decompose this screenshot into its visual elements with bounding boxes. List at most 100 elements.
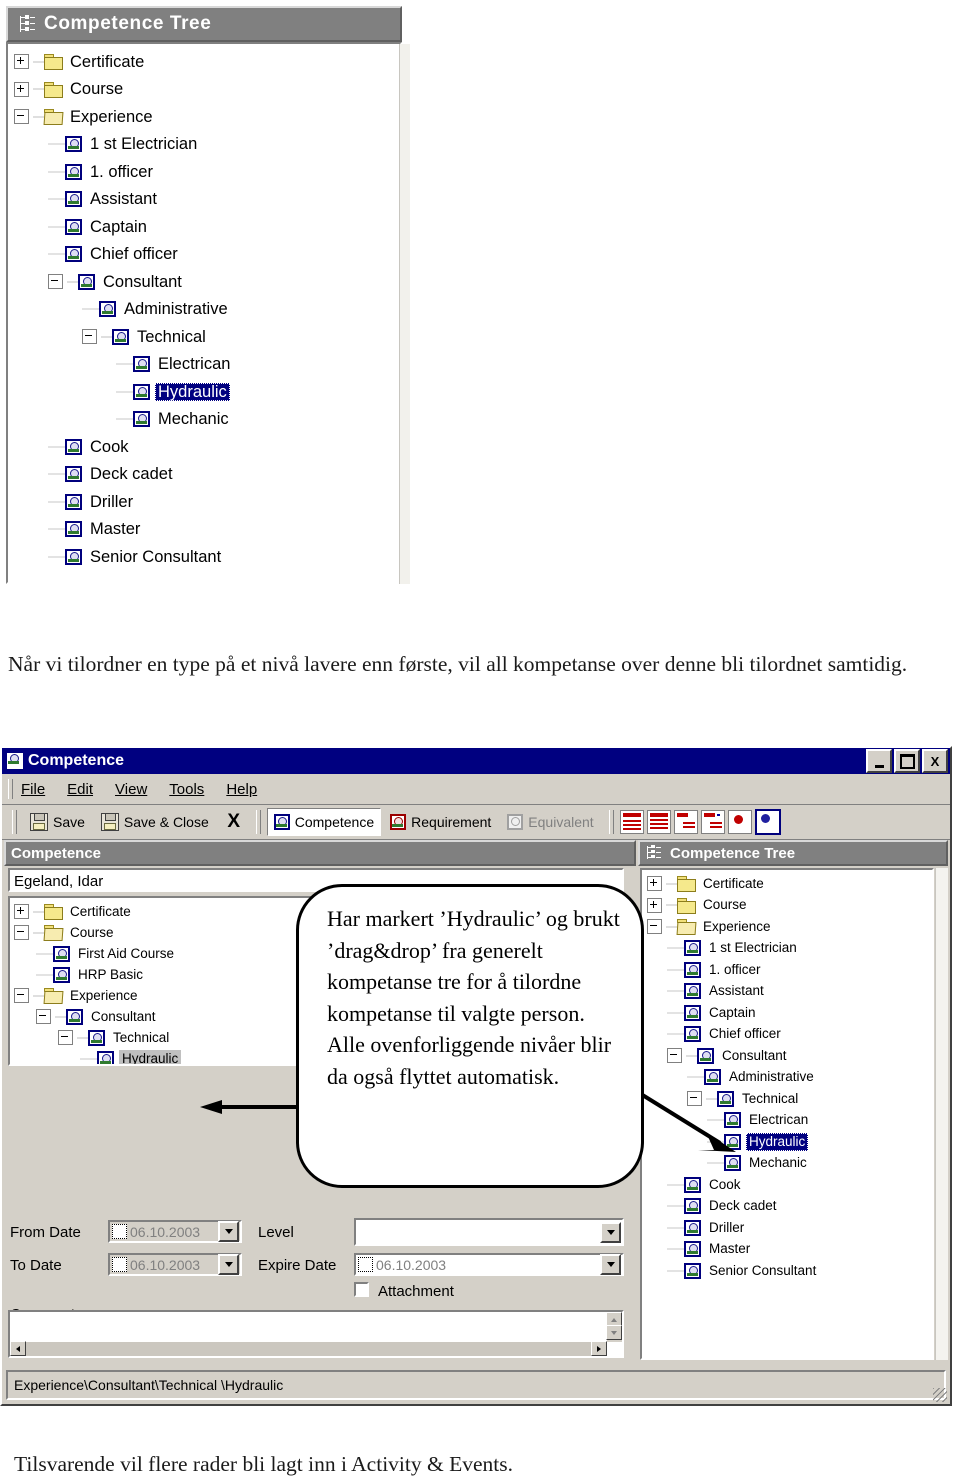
tree-node[interactable]: Electrican — [14, 351, 400, 379]
tree-node[interactable]: Administrative — [647, 1067, 932, 1089]
tree-node[interactable]: Master — [647, 1239, 932, 1261]
tree-node[interactable]: 1. officer — [647, 959, 932, 981]
tree-node[interactable]: Deck cadet — [14, 461, 400, 489]
delete-x-button[interactable]: X — [222, 810, 246, 834]
hierarchy-new-icon[interactable] — [700, 810, 725, 834]
close-button[interactable]: X — [922, 749, 948, 773]
menu-item-edit[interactable]: Edit — [67, 781, 93, 798]
collapse-icon[interactable] — [36, 1009, 51, 1024]
expand-icon[interactable] — [647, 897, 662, 913]
window-title-bar[interactable]: Competence X — [2, 748, 950, 774]
comments-horizontal-scrollbar[interactable] — [10, 1341, 607, 1356]
scroll-right-icon[interactable] — [591, 1341, 607, 1356]
save-button[interactable]: Save — [23, 808, 92, 836]
competence-red-icon[interactable] — [727, 810, 752, 834]
expand-icon[interactable] — [14, 904, 29, 919]
chevron-down-icon[interactable] — [218, 1221, 239, 1242]
tool-bar[interactable]: Save Save & Close X Competence Requireme… — [2, 805, 950, 840]
tree-node[interactable]: Chief officer — [14, 241, 400, 269]
calendar-checkbox-icon[interactable] — [358, 1257, 373, 1272]
competence-detail-form: From Date 06.10.2003 To Date 06.10.2003 … — [4, 1202, 636, 1362]
chevron-down-icon[interactable] — [218, 1254, 239, 1275]
tree-node[interactable]: Captain — [647, 1002, 932, 1024]
tree-viewport[interactable]: Certificate Course Experience 1 st Electric… — [6, 42, 402, 584]
collapse-icon[interactable] — [647, 919, 662, 935]
tree-scrollbar[interactable] — [399, 44, 410, 584]
tree-connector — [33, 931, 44, 934]
tree-node[interactable]: Hydraulic — [14, 378, 400, 406]
comments-textarea[interactable] — [8, 1310, 624, 1358]
tree-node[interactable]: 1. officer — [14, 158, 400, 186]
to-date-field[interactable]: 06.10.2003 — [108, 1253, 242, 1276]
tree-connector — [36, 973, 53, 976]
collapse-icon[interactable] — [667, 1048, 682, 1064]
menu-item-help[interactable]: Help — [226, 781, 257, 798]
tree-node[interactable]: Captain — [14, 213, 400, 241]
from-date-field[interactable]: 06.10.2003 — [108, 1220, 242, 1243]
tree-node[interactable]: Senior Consultant — [647, 1260, 932, 1282]
list-report-2-icon[interactable] — [646, 810, 671, 834]
tree-node[interactable]: Master — [14, 516, 400, 544]
menu-drag-handle[interactable] — [8, 779, 13, 799]
right-tree-scrollbar[interactable] — [935, 868, 948, 1360]
tree-node[interactable]: Chief officer — [647, 1024, 932, 1046]
calendar-checkbox-icon[interactable] — [112, 1224, 127, 1239]
tree-node[interactable]: Mechanic — [14, 406, 400, 434]
expand-icon[interactable] — [14, 81, 29, 97]
expand-icon[interactable] — [647, 876, 662, 892]
save-and-close-button[interactable]: Save & Close — [94, 808, 216, 836]
tree-node[interactable]: Certificate — [14, 48, 400, 76]
calendar-checkbox-icon[interactable] — [112, 1257, 127, 1272]
tree-node[interactable]: Assistant — [14, 186, 400, 214]
menu-bar[interactable]: File Edit View Tools Help — [2, 774, 950, 805]
maximize-button[interactable] — [894, 749, 920, 773]
tree-node[interactable]: Senior Consultant — [14, 543, 400, 571]
tree-node[interactable]: Consultant — [647, 1045, 932, 1067]
tree-node[interactable]: Driller — [647, 1217, 932, 1239]
scroll-down-icon[interactable] — [606, 1325, 622, 1340]
tree-node[interactable]: Consultant — [14, 268, 400, 296]
tree-node[interactable]: Deck cadet — [647, 1196, 932, 1218]
collapse-icon[interactable] — [58, 1030, 73, 1045]
competence-tab-button[interactable]: Competence — [266, 808, 382, 836]
tree-node[interactable]: Cook — [647, 1174, 932, 1196]
tree-node[interactable]: Driller — [14, 488, 400, 516]
menu-item-tools[interactable]: Tools — [169, 781, 204, 798]
tree-node[interactable]: Certificate — [647, 873, 932, 895]
requirement-tab-label: Requirement — [411, 814, 492, 830]
resize-grip[interactable] — [933, 1388, 947, 1402]
tree-node[interactable]: Assistant — [647, 981, 932, 1003]
collapse-icon[interactable] — [82, 329, 97, 345]
competence-blue-icon[interactable] — [754, 809, 781, 835]
tree-node[interactable]: Experience — [647, 916, 932, 938]
expand-icon[interactable] — [14, 54, 29, 70]
tree-node[interactable]: Course — [14, 76, 400, 104]
menu-item-file[interactable]: File — [21, 781, 45, 798]
tree-node[interactable]: Technical — [14, 323, 400, 351]
toolbar-drag-handle-3[interactable] — [608, 810, 614, 834]
tree-node[interactable]: Cook — [14, 433, 400, 461]
tree-node[interactable]: Administrative — [14, 296, 400, 324]
collapse-icon[interactable] — [14, 988, 29, 1003]
chevron-down-icon[interactable] — [600, 1221, 621, 1243]
menu-item-view[interactable]: View — [115, 781, 147, 798]
tree-node[interactable]: Experience — [14, 103, 400, 131]
collapse-icon[interactable] — [48, 274, 63, 290]
expire-date-field[interactable]: 06.10.2003 — [354, 1253, 624, 1276]
minimize-button[interactable] — [866, 749, 892, 773]
comments-vertical-scrollbar[interactable] — [606, 1312, 622, 1342]
chevron-down-icon[interactable] — [600, 1254, 621, 1275]
toolbar-drag-handle-1[interactable] — [12, 810, 17, 834]
tree-node[interactable]: Course — [647, 895, 932, 917]
level-combobox[interactable] — [354, 1218, 624, 1246]
scroll-left-icon[interactable] — [10, 1341, 26, 1356]
toolbar-drag-handle-2[interactable] — [255, 810, 261, 834]
attachment-checkbox[interactable] — [354, 1282, 369, 1297]
collapse-icon[interactable] — [14, 109, 29, 125]
hierarchy-icon[interactable] — [673, 810, 698, 834]
tree-node[interactable]: 1 st Electrician — [14, 131, 400, 159]
list-report-icon[interactable] — [619, 810, 644, 834]
requirement-tab-button[interactable]: Requirement — [383, 808, 498, 836]
collapse-icon[interactable] — [14, 925, 29, 940]
tree-node[interactable]: 1 st Electrician — [647, 938, 932, 960]
